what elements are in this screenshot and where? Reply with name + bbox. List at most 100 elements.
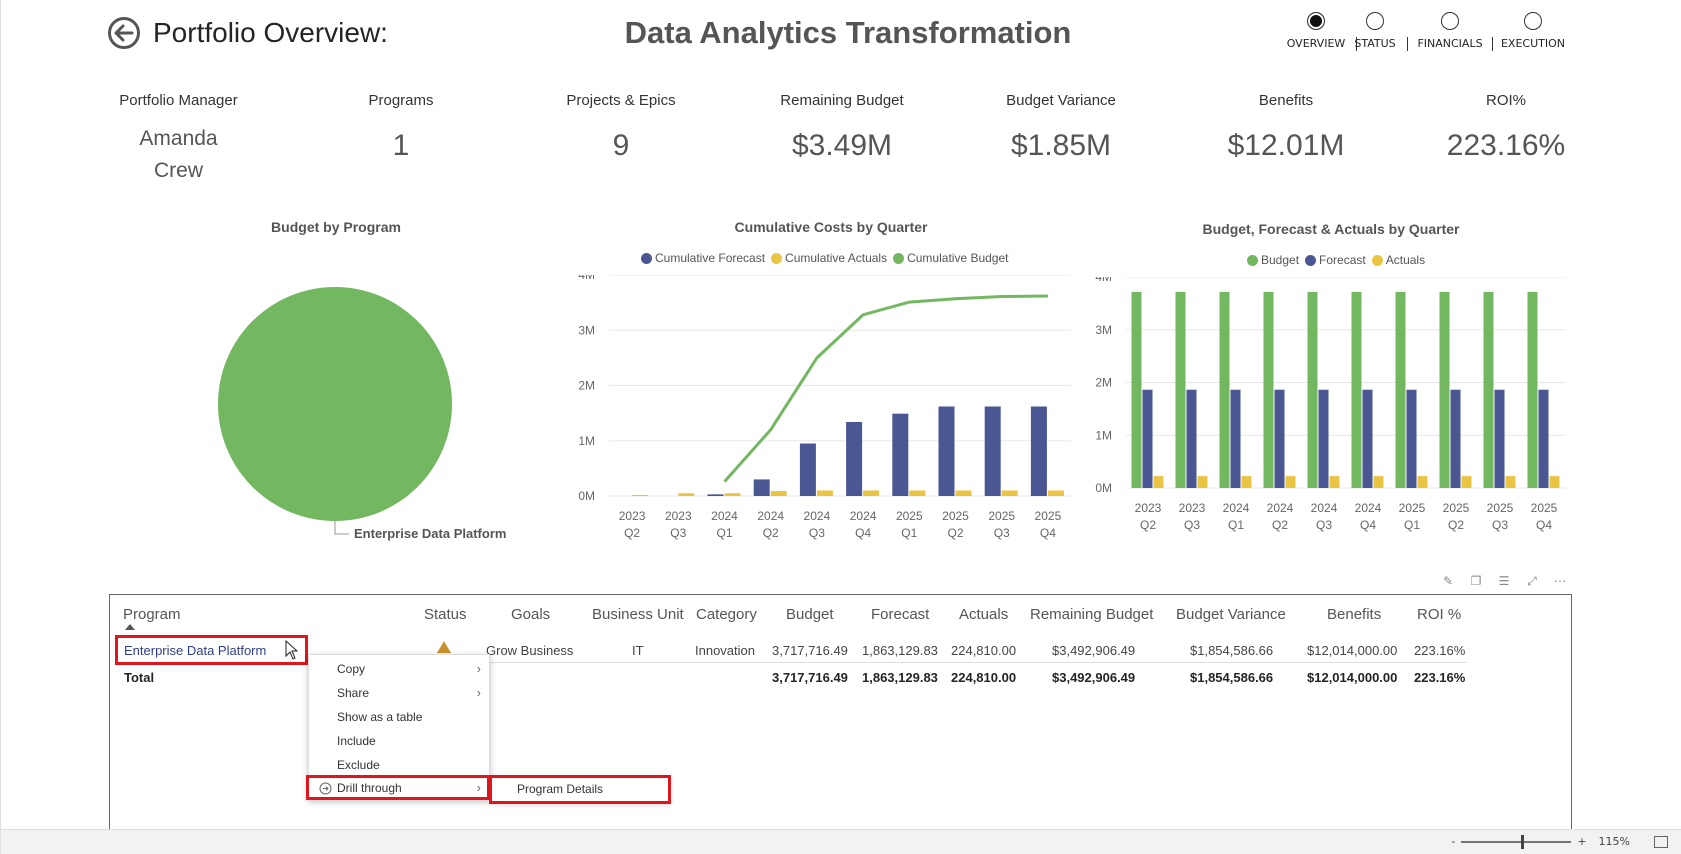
y-tick-label: 1M xyxy=(578,434,595,448)
x-tick-label-year: 2024 xyxy=(1355,501,1382,515)
cell-forecast: 1,863,129.83 xyxy=(862,643,938,658)
report-page: Portfolio Overview: Data Analytics Trans… xyxy=(0,0,1681,854)
nav-execution[interactable]: EXECUTION xyxy=(1492,10,1574,50)
legend-item[interactable]: Budget xyxy=(1247,253,1299,267)
x-tick-label-year: 2024 xyxy=(850,509,877,523)
pin-icon[interactable]: ✎ xyxy=(1441,574,1455,588)
kpi-value: $12.01M xyxy=(1227,129,1345,162)
zoom-slider[interactable] xyxy=(1461,834,1572,849)
y-tick-label: 2M xyxy=(578,379,595,393)
bar-cumulative-forecast xyxy=(753,479,770,496)
x-tick-label-year: 2025 xyxy=(1531,501,1558,515)
legend-label: Cumulative Forecast xyxy=(655,251,766,265)
zoom-level: 115% xyxy=(1598,835,1630,848)
chart-legend-cumulative: Cumulative Forecast Cumulative Actuals C… xyxy=(641,251,1008,265)
zoom-in-button[interactable]: + xyxy=(1577,835,1586,848)
total-benefits: $12,014,000.00 xyxy=(1307,670,1398,685)
x-tick-label-quarter: Q2 xyxy=(1448,518,1464,532)
chart-title-budget-forecast-actuals: Budget, Forecast & Actuals by Quarter xyxy=(1202,221,1460,237)
column-header-roi[interactable]: ROI % xyxy=(1417,606,1461,623)
menu-item-copy[interactable]: Copy › xyxy=(309,657,491,681)
column-header-goals[interactable]: Goals xyxy=(511,606,550,623)
cell-remaining-budget: $3,492,906.49 xyxy=(1052,643,1136,658)
bar-budget xyxy=(1439,291,1450,488)
column-header-budget-variance[interactable]: Budget Variance xyxy=(1176,606,1286,623)
menu-item-show-as-table[interactable]: Show as a table xyxy=(309,705,491,729)
legend-item[interactable]: Cumulative Forecast xyxy=(641,251,765,265)
legend-item[interactable]: Cumulative Actuals xyxy=(771,251,887,265)
x-tick-label-year: 2023 xyxy=(665,509,692,523)
legend-dot-icon xyxy=(1305,254,1317,266)
focus-mode-icon[interactable]: ⤢ xyxy=(1525,574,1539,588)
menu-item-share[interactable]: Share › xyxy=(309,681,491,705)
menu-item-exclude[interactable]: Exclude xyxy=(309,753,491,777)
kpi-label: ROI% xyxy=(1485,92,1526,109)
menu-item-label: Show as a table xyxy=(337,710,423,724)
status-bar: - + 115% xyxy=(1,829,1681,854)
x-tick-label-year: 2025 xyxy=(1035,509,1062,523)
bar-forecast xyxy=(1450,389,1461,488)
zoom-control: - + 115% xyxy=(1451,834,1630,849)
x-tick-label-year: 2024 xyxy=(1267,501,1294,515)
bar-cumulative-forecast xyxy=(707,494,724,496)
legend-item[interactable]: Forecast xyxy=(1305,253,1366,267)
column-header-benefits[interactable]: Benefits xyxy=(1327,606,1381,623)
kpi-portfolio-manager: Portfolio Manager Amanda Crew xyxy=(101,92,256,187)
total-budget: 3,717,716.49 xyxy=(772,670,848,685)
x-tick-label-quarter: Q2 xyxy=(947,526,963,540)
column-header-forecast[interactable]: Forecast xyxy=(871,606,929,623)
cell-goals: Grow Business xyxy=(486,643,574,658)
back-arrow-icon[interactable] xyxy=(107,16,141,50)
column-header-remaining-budget[interactable]: Remaining Budget xyxy=(1030,606,1153,623)
copy-visual-icon[interactable]: ❐ xyxy=(1469,574,1483,588)
menu-item-label: Exclude xyxy=(337,758,380,772)
zoom-out-button[interactable]: - xyxy=(1451,835,1455,848)
nav-financials[interactable]: FINANCIALS xyxy=(1408,10,1492,50)
bar-budget xyxy=(1219,291,1230,488)
bar-forecast xyxy=(1538,389,1549,488)
chevron-right-icon: › xyxy=(476,661,481,676)
x-tick-label-quarter: Q2 xyxy=(624,526,640,540)
nav-label: STATUS xyxy=(1354,37,1396,50)
bar-forecast xyxy=(1494,389,1505,488)
bar-budget xyxy=(1483,291,1494,488)
x-tick-label-quarter: Q1 xyxy=(1228,518,1244,532)
cell-business-unit: IT xyxy=(632,643,644,658)
column-header-actuals[interactable]: Actuals xyxy=(959,606,1008,623)
nav-status[interactable]: STATUS xyxy=(1342,10,1408,50)
column-header-status[interactable]: Status xyxy=(424,606,467,623)
fit-to-page-icon[interactable] xyxy=(1654,836,1668,848)
column-header-program[interactable]: Program xyxy=(123,606,181,623)
bar-cumulative-actuals xyxy=(863,490,880,496)
pie-slice-enterprise-data-platform[interactable] xyxy=(218,287,452,521)
menu-item-include[interactable]: Include xyxy=(309,729,491,753)
zoom-slider-thumb[interactable] xyxy=(1521,834,1525,849)
legend-dot-icon xyxy=(771,252,783,264)
chart-title-budget-by-program: Budget by Program xyxy=(271,219,401,235)
legend-item[interactable]: Actuals xyxy=(1371,253,1425,267)
column-header-budget[interactable]: Budget xyxy=(786,606,834,623)
x-tick-label-year: 2025 xyxy=(1399,501,1426,515)
filter-icon[interactable]: ☰ xyxy=(1497,574,1511,588)
bar-budget xyxy=(1351,291,1362,488)
sort-ascending-icon xyxy=(125,624,135,630)
kpi-value: $3.49M xyxy=(791,129,893,162)
chart-title-cumulative-costs: Cumulative Costs by Quarter xyxy=(734,219,928,235)
manager-first-name: Amanda xyxy=(139,127,218,150)
x-tick-label-year: 2023 xyxy=(619,509,646,523)
page-navigator: OVERVIEW STATUS FINANCIALS EXECUTION xyxy=(1276,10,1576,56)
legend-label: Cumulative Budget xyxy=(907,251,1009,265)
kpi-label: Benefits xyxy=(1258,92,1314,109)
kpi-remaining-budget: Remaining Budget $3.49M xyxy=(761,92,923,163)
pie-chart: Enterprise Data Platform xyxy=(218,287,506,541)
bar-cumulative-actuals xyxy=(724,493,741,496)
more-options-icon[interactable]: ⋯ xyxy=(1553,574,1567,588)
column-header-category[interactable]: Category xyxy=(696,606,757,623)
x-tick-label-year: 2025 xyxy=(896,509,923,523)
legend-item[interactable]: Cumulative Budget xyxy=(893,251,1008,265)
bar-cumulative-actuals xyxy=(1047,490,1064,496)
highlight-program-details xyxy=(489,775,671,804)
x-tick-label-quarter: Q2 xyxy=(1272,518,1288,532)
bar-cumulative-forecast xyxy=(1030,406,1047,496)
column-header-business-unit[interactable]: Business Unit xyxy=(592,606,684,623)
